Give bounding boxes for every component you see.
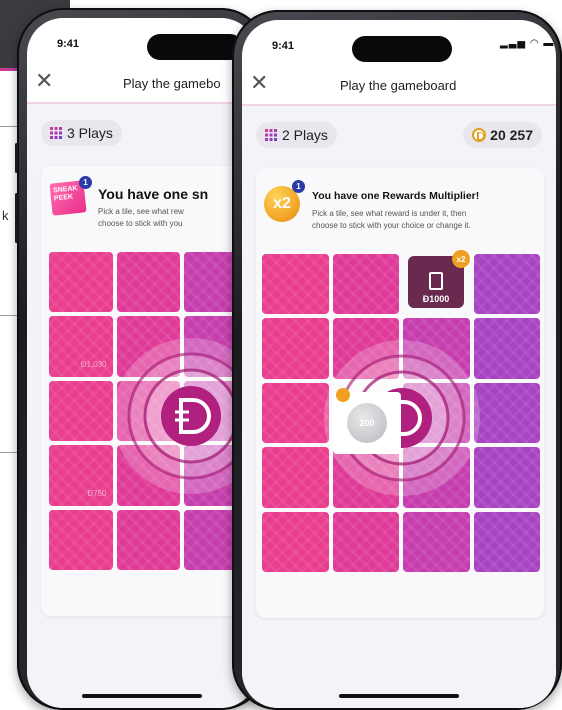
game-tile[interactable] bbox=[473, 318, 540, 379]
grid-icon bbox=[265, 129, 277, 141]
game-tile[interactable] bbox=[116, 252, 180, 313]
home-indicator bbox=[339, 694, 459, 698]
game-tile[interactable] bbox=[262, 382, 329, 444]
dynamic-island bbox=[352, 36, 452, 62]
game-tile[interactable] bbox=[49, 252, 113, 313]
balance-chip: 20 257 bbox=[463, 122, 542, 148]
close-icon[interactable]: ✕ bbox=[35, 70, 53, 94]
phone-right-screen: 9:41 ▂▃▅ ◠ ▬ ✕ Play the gameboard 2 Play… bbox=[242, 20, 556, 708]
fuel-amount: Đ1000 bbox=[422, 294, 450, 304]
side-button bbox=[15, 193, 18, 243]
tile-label: Đ750 bbox=[87, 488, 107, 498]
nav-title: Play the gameboard bbox=[340, 78, 457, 93]
game-tile[interactable] bbox=[262, 447, 329, 508]
side-button bbox=[15, 143, 18, 173]
phone-left: 9:41 ✕ Play the gamebo 3 Plays SNEAK PEE… bbox=[15, 8, 267, 710]
home-indicator bbox=[82, 694, 202, 698]
message-desc-1: Pick a tile, see what reward is under it… bbox=[312, 209, 467, 218]
close-icon[interactable]: ✕ bbox=[250, 72, 268, 96]
game-tile[interactable]: Đ1,030 bbox=[49, 316, 113, 377]
game-tile[interactable]: Đ750 bbox=[49, 445, 113, 506]
message-desc-1: Pick a tile, see what rew bbox=[98, 207, 184, 216]
phone-left-screen: 9:41 ✕ Play the gamebo 3 Plays SNEAK PEE… bbox=[27, 18, 257, 708]
badge-count: 1 bbox=[79, 176, 92, 189]
gameboard-card: SNEAK PEEK 1 You have one sn Pick a tile… bbox=[41, 166, 257, 616]
plays-label: 3 Plays bbox=[67, 125, 113, 141]
coin-amount: 200 bbox=[347, 403, 387, 443]
dynamic-island bbox=[147, 34, 243, 60]
tile-label: Đ1,030 bbox=[80, 359, 107, 369]
grid-icon bbox=[50, 127, 62, 139]
game-tile[interactable] bbox=[473, 447, 540, 508]
game-tile[interactable] bbox=[403, 511, 470, 572]
nav-bar: ✕ Play the gameboard bbox=[242, 68, 556, 106]
game-tile[interactable] bbox=[116, 509, 180, 570]
message-desc-2: choose to stick with your choice or chan… bbox=[312, 221, 471, 230]
coin-icon bbox=[472, 128, 487, 142]
game-tile[interactable] bbox=[473, 511, 540, 572]
status-time: 9:41 bbox=[272, 40, 295, 52]
game-tile[interactable] bbox=[262, 318, 329, 379]
game-tile[interactable] bbox=[473, 254, 540, 315]
game-tile[interactable] bbox=[332, 511, 399, 572]
content-area: 3 Plays SNEAK PEEK 1 You have one sn Pic… bbox=[27, 104, 257, 708]
background-text-fragment: k bbox=[2, 208, 9, 223]
game-tile[interactable] bbox=[262, 254, 329, 315]
game-tile[interactable] bbox=[332, 254, 399, 315]
game-tile[interactable] bbox=[473, 382, 540, 444]
nav-title: Play the gamebo bbox=[123, 76, 221, 91]
game-tile[interactable] bbox=[262, 511, 329, 572]
status-icons: ▂▃▅ ◠ ▬ bbox=[500, 38, 555, 49]
game-tile[interactable] bbox=[49, 509, 113, 570]
multiplier-mini-badge: x2 bbox=[452, 250, 470, 268]
plays-chip: 2 Plays bbox=[256, 122, 337, 148]
status-time: 9:41 bbox=[57, 38, 80, 50]
gameboard-card: x2 1 You have one Rewards Multiplier! Pi… bbox=[256, 168, 544, 618]
message-title: You have one sn bbox=[98, 186, 209, 202]
plays-chip: 3 Plays bbox=[41, 120, 122, 146]
coin-badge-icon bbox=[336, 388, 350, 402]
content-area: 2 Plays 20 257 x2 1 You have one Rewards… bbox=[242, 106, 556, 708]
badge-count: 1 bbox=[292, 180, 305, 193]
balance-value: 20 257 bbox=[490, 127, 533, 143]
phone-right: 9:41 ▂▃▅ ◠ ▬ ✕ Play the gameboard 2 Play… bbox=[232, 10, 562, 710]
fuel-pump-icon bbox=[429, 272, 443, 290]
message-desc-2: choose to stick with you bbox=[98, 219, 183, 228]
message-title: You have one Rewards Multiplier! bbox=[312, 190, 480, 202]
game-tile[interactable] bbox=[49, 380, 113, 442]
nav-bar: ✕ Play the gamebo bbox=[27, 66, 257, 104]
plays-label: 2 Plays bbox=[282, 127, 328, 143]
